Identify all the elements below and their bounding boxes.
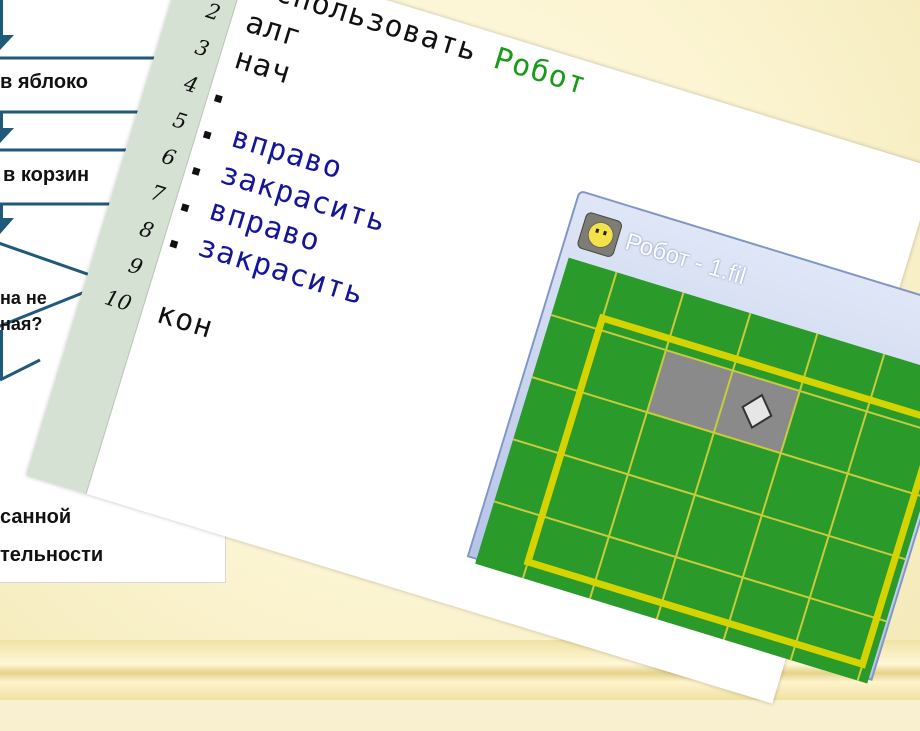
line-number: 5 xyxy=(170,107,190,135)
line-number: 6 xyxy=(158,143,179,171)
line-number: 2 xyxy=(203,0,224,26)
line-number: 9 xyxy=(125,252,146,280)
empty-line-marker xyxy=(213,94,223,104)
code-line-10[interactable]: кон xyxy=(153,296,218,346)
flow-arrow xyxy=(0,35,14,50)
slide-bottom-strip xyxy=(0,700,920,731)
empty-line-marker xyxy=(169,239,179,249)
line-number: 8 xyxy=(136,216,157,244)
flow-arrow xyxy=(0,218,14,234)
empty-line-marker xyxy=(202,130,212,140)
flow-text-b2: санной xyxy=(0,506,72,528)
empty-line-marker xyxy=(191,167,201,176)
line-number: 7 xyxy=(147,180,168,208)
flow-text-b3: тельности xyxy=(0,544,104,566)
flow-text-q2: ная? xyxy=(0,314,43,334)
robot-field-grid xyxy=(493,271,920,681)
robot-window[interactable]: Робот - 1.fil xyxy=(466,189,920,684)
empty-line-marker xyxy=(180,203,190,213)
smiley-icon xyxy=(584,218,617,252)
robot-app-icon xyxy=(576,210,624,259)
flow-arrow xyxy=(0,128,14,143)
flow-text-basket: в корзин xyxy=(3,164,90,186)
line-number: 10 xyxy=(101,285,135,317)
line-number: 4 xyxy=(181,71,201,99)
flow-text-q1: на не xyxy=(0,288,47,308)
flow-text-apple: в яблоко xyxy=(0,71,88,93)
robot-field[interactable] xyxy=(475,257,920,684)
line-number: 3 xyxy=(192,34,213,62)
